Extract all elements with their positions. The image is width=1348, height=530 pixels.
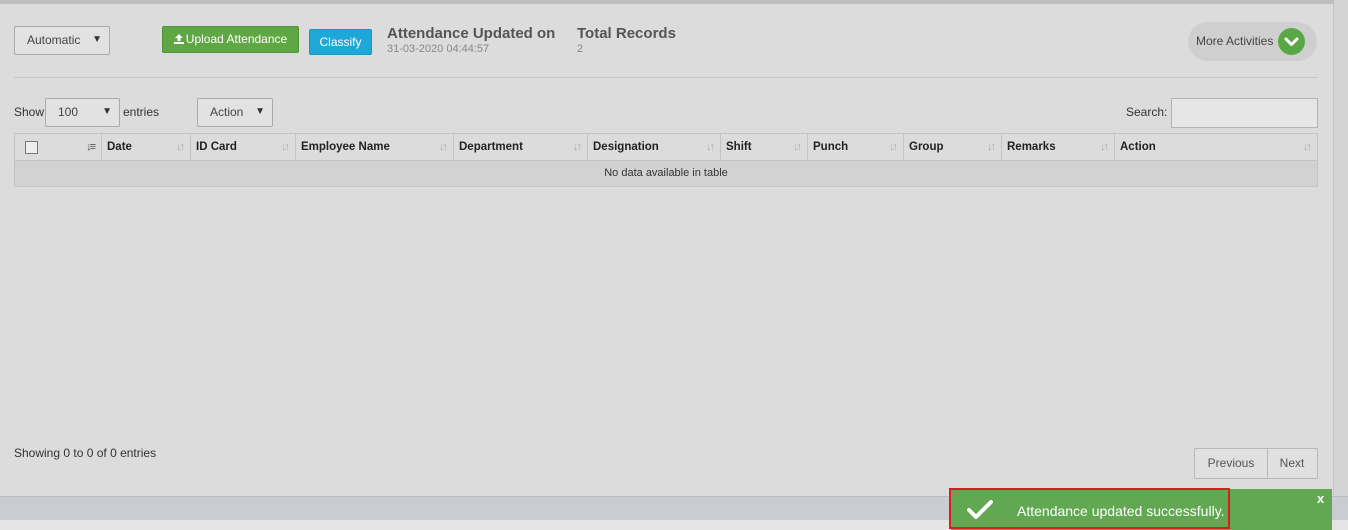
sort-icon: ↓↑ (176, 141, 185, 153)
toast-close-button[interactable]: x (1317, 491, 1324, 506)
chevron-down-icon: ▼ (255, 106, 265, 117)
column-label: ID Card (196, 141, 237, 153)
empty-table-message: No data available in table (15, 161, 1317, 186)
sort-icon: ↓↑ (1100, 141, 1109, 153)
action-select-value: Action (210, 105, 244, 119)
sort-icon: ↓↑ (987, 141, 996, 153)
sort-icon: ↓↑ (793, 141, 802, 153)
classify-button[interactable]: Classify (309, 29, 372, 55)
column-employee-name[interactable]: Employee Name ↓↑ (295, 134, 453, 160)
column-punch[interactable]: Punch ↓↑ (807, 134, 903, 160)
sort-icon: ↓↑ (889, 141, 898, 153)
entries-label: entries (123, 105, 160, 119)
column-select-all[interactable]: ↓≡ (15, 134, 101, 160)
table-header: ↓≡ Date ↓↑ ID Card ↓↑ Employee Name ↓↑ Depa… (15, 134, 1317, 161)
column-label: Remarks (1007, 141, 1056, 153)
next-button[interactable]: Next (1267, 449, 1317, 478)
upload-attendance-button[interactable]: Upload Attendance (162, 26, 299, 53)
chevron-down-circle-icon (1278, 28, 1305, 55)
column-shift[interactable]: Shift ↓↑ (720, 134, 807, 160)
more-activities-button[interactable]: More Activities (1188, 22, 1317, 61)
attendance-updated-title: Attendance Updated on (387, 25, 556, 42)
sort-icon: ↓↑ (1303, 141, 1312, 153)
show-label: Show (14, 105, 45, 119)
mode-select-value: Automatic (27, 33, 81, 47)
column-date[interactable]: Date ↓↑ (101, 134, 190, 160)
upload-icon (173, 34, 184, 44)
sort-icon: ↓↑ (439, 141, 448, 153)
search-input[interactable] (1171, 98, 1318, 128)
attendance-table: ↓≡ Date ↓↑ ID Card ↓↑ Employee Name ↓↑ Depa… (14, 133, 1318, 187)
column-department[interactable]: Department ↓↑ (453, 134, 587, 160)
sort-icon: ↓↑ (706, 141, 715, 153)
column-label: Action (1120, 141, 1156, 153)
sort-icon: ↓≡ (86, 141, 96, 153)
column-label: Group (909, 141, 944, 153)
chevron-down-icon: ▼ (102, 106, 112, 117)
toast-highlight-box (949, 488, 1230, 529)
column-label: Designation (593, 141, 659, 153)
pagination: Previous Next (1194, 448, 1318, 479)
classify-label: Classify (319, 35, 362, 49)
column-label: Date (107, 141, 132, 153)
page-size-select[interactable]: 100 ▼ (45, 98, 120, 127)
column-label: Shift (726, 141, 752, 153)
page-size-value: 100 (58, 105, 79, 119)
total-records-value: 2 (577, 43, 584, 55)
search-label: Search: (1126, 105, 1168, 119)
previous-button[interactable]: Previous (1195, 449, 1268, 478)
column-group[interactable]: Group ↓↑ (903, 134, 1001, 160)
attendance-panel: Automatic ▼ Upload Attendance Classify A… (0, 4, 1334, 496)
more-activities-label: More Activities (1196, 34, 1274, 48)
column-designation[interactable]: Designation ↓↑ (587, 134, 720, 160)
upload-attendance-label: Upload Attendance (185, 32, 288, 46)
sort-icon: ↓↑ (573, 141, 582, 153)
showing-entries-text: Showing 0 to 0 of 0 entries (14, 446, 157, 460)
chevron-down-icon: ▼ (92, 34, 102, 45)
column-action[interactable]: Action ↓↑ (1114, 134, 1317, 160)
column-label: Employee Name (301, 141, 390, 153)
select-all-checkbox[interactable] (25, 141, 38, 154)
mode-select[interactable]: Automatic ▼ (14, 26, 110, 55)
column-id-card[interactable]: ID Card ↓↑ (190, 134, 295, 160)
divider (14, 77, 1318, 78)
sort-icon: ↓↑ (281, 141, 290, 153)
action-select[interactable]: Action ▼ (197, 98, 273, 127)
column-remarks[interactable]: Remarks ↓↑ (1001, 134, 1114, 160)
attendance-updated-value: 31-03-2020 04:44:57 (387, 43, 490, 55)
total-records-title: Total Records (577, 25, 676, 42)
column-label: Punch (813, 141, 849, 153)
column-label: Department (459, 141, 523, 153)
